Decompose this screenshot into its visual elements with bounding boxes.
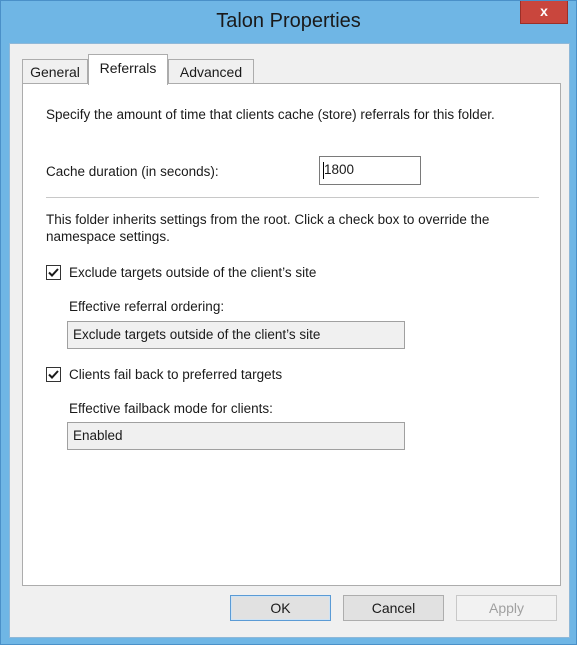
- fail-back-label[interactable]: Clients fail back to preferred targets: [69, 366, 282, 383]
- checkmark-icon: [48, 268, 59, 277]
- ok-button[interactable]: OK: [230, 595, 331, 621]
- effective-referral-ordering-value: Exclude targets outside of the client’s …: [73, 327, 321, 342]
- close-icon: x: [540, 3, 548, 19]
- inherit-description: This folder inherits settings from the r…: [46, 212, 490, 244]
- apply-button[interactable]: Apply: [456, 595, 557, 621]
- close-button[interactable]: x: [520, 1, 568, 24]
- effective-referral-ordering-label: Effective referral ordering:: [69, 299, 225, 314]
- title-bar[interactable]: Talon Properties x: [1, 1, 576, 43]
- effective-failback-mode-field: Enabled: [67, 422, 405, 450]
- cancel-button[interactable]: Cancel: [343, 595, 444, 621]
- properties-dialog: Talon Properties x General Referrals Adv…: [0, 0, 577, 645]
- checkmark-icon: [48, 370, 59, 379]
- referrals-panel: Specify the amount of time that clients …: [22, 83, 561, 586]
- tab-advanced[interactable]: Advanced: [168, 59, 254, 84]
- effective-referral-ordering-field: Exclude targets outside of the client’s …: [67, 321, 405, 349]
- tab-referrals[interactable]: Referrals: [88, 54, 168, 85]
- cache-duration-value: 1800: [324, 162, 355, 177]
- tab-general[interactable]: General: [22, 59, 88, 84]
- cache-duration-input[interactable]: 1800: [319, 156, 421, 185]
- window-title: Talon Properties: [216, 10, 361, 32]
- effective-failback-mode-label: Effective failback mode for clients:: [69, 401, 273, 416]
- fail-back-checkbox[interactable]: [46, 367, 61, 382]
- cache-description: Specify the amount of time that clients …: [46, 107, 495, 122]
- section-divider: [46, 197, 539, 198]
- cache-duration-label: Cache duration (in seconds):: [46, 164, 219, 179]
- effective-failback-mode-value: Enabled: [73, 428, 123, 443]
- dialog-body: General Referrals Advanced Specify the a…: [9, 43, 570, 638]
- exclude-targets-label[interactable]: Exclude targets outside of the client’s …: [69, 264, 316, 281]
- text-caret: [323, 162, 324, 179]
- exclude-targets-checkbox[interactable]: [46, 265, 61, 280]
